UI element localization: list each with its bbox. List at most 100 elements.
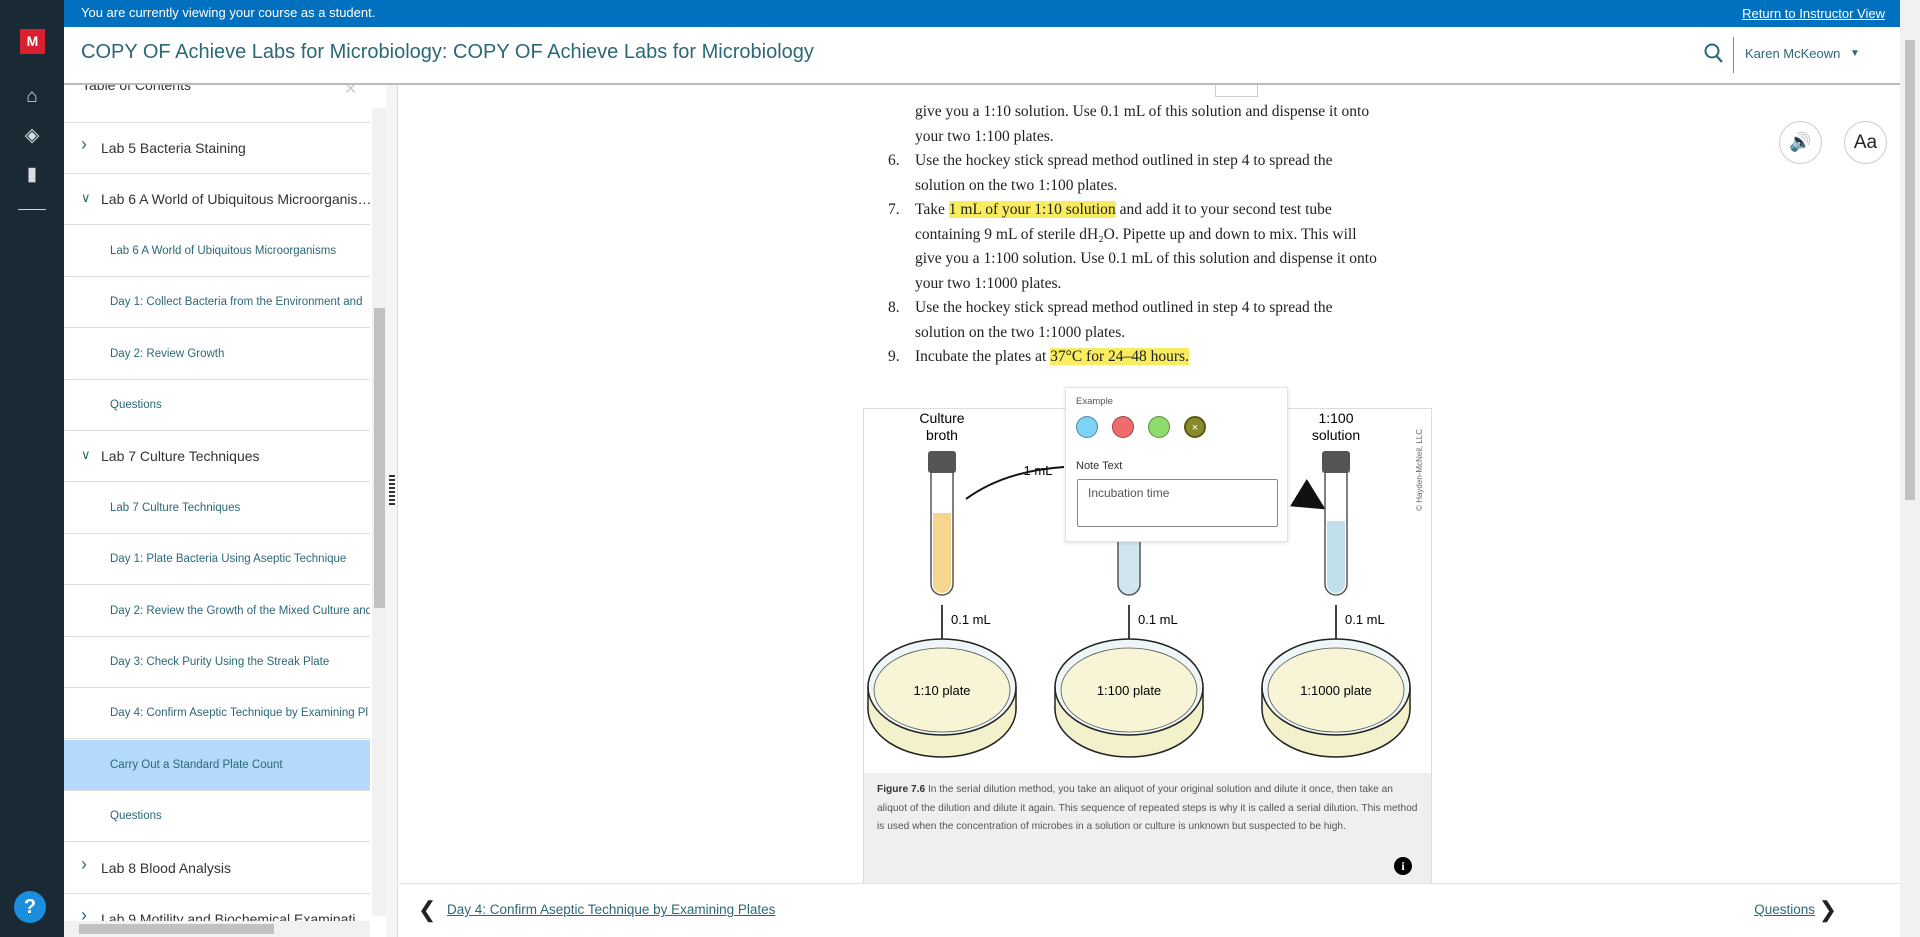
test-tube-culture xyxy=(928,451,956,596)
toc-item[interactable]: › Lab 5 Bacteria Staining xyxy=(64,123,370,174)
caret-down-icon[interactable]: ▼ xyxy=(1850,48,1860,59)
figure-number: Figure 7.6 xyxy=(877,784,926,795)
petri-plate: 1:10 plate xyxy=(867,638,1017,758)
page-scrollbar[interactable] xyxy=(1900,0,1920,937)
text-line: give you a 1:100 solution. Use 0.1 mL of… xyxy=(888,247,1418,272)
text-segment: Incubate the plates at xyxy=(915,348,1051,365)
chevron-down-icon[interactable]: ∨ xyxy=(81,190,91,206)
note-text-input[interactable]: Incubation time xyxy=(1077,479,1278,527)
toc-item-label: Questions xyxy=(110,810,162,823)
close-icon[interactable]: ✕ xyxy=(344,85,357,99)
reading-content: give you a 1:10 solution. Use 0.1 mL of … xyxy=(399,85,1900,883)
note-text-label: Note Text xyxy=(1076,460,1123,472)
chevron-down-icon[interactable]: ∨ xyxy=(81,447,91,463)
copyright-label: © Hayden-McNeil, LLC xyxy=(1415,429,1424,511)
toc-item[interactable]: Carry Out a Standard Plate Count xyxy=(64,739,370,791)
return-to-instructor-link[interactable]: Return to Instructor View xyxy=(1742,6,1885,21)
user-menu[interactable]: Karen McKeown xyxy=(1745,46,1840,61)
highlight[interactable]: 1 mL of your 1:10 solution xyxy=(948,201,1116,218)
courses-icon[interactable]: ◈ xyxy=(20,124,44,148)
toc-item-label: Lab 6 A World of Ubiquitous Microorganis… xyxy=(110,244,337,257)
toc-item[interactable]: ∨ Lab 6 A World of Ubiquitous Microorgani… xyxy=(64,174,370,226)
toc-item[interactable]: Day 3: Check Purity Using the Streak Pla… xyxy=(64,637,370,688)
text-line: 9. Incubate the plates at 37°C for 24–48 … xyxy=(888,345,1418,370)
plate-label: 1:10 plate xyxy=(913,683,970,698)
toc-item[interactable]: › Lab 9 Motility and Biochemical Examinat… xyxy=(64,894,370,923)
toc-item[interactable]: Day 1: Plate Bacteria Using Aseptic Tech… xyxy=(64,534,370,586)
toc-item[interactable]: Lab 6 A World of Ubiquitous Microorganis… xyxy=(64,226,370,277)
note-popup: Example × Note Text Incubation time xyxy=(1065,387,1288,542)
toc-item[interactable]: Day 4: Confirm Aseptic Technique by Exam… xyxy=(64,688,370,740)
text-segment: solution on the two 1:1000 plates. xyxy=(915,323,1126,341)
toc-item-label: Day 3: Check Purity Using the Streak Pla… xyxy=(110,656,330,668)
chevron-right-icon[interactable]: › xyxy=(81,134,87,155)
text-segment: give you a 1:10 solution. Use 0.1 mL of … xyxy=(915,103,1370,120)
toc-item[interactable]: Lab 7 Culture Techniques xyxy=(64,483,370,534)
label-culture: Culture xyxy=(919,410,964,426)
search-icon[interactable] xyxy=(1704,43,1724,71)
ebook-icon[interactable]: ▮ xyxy=(20,163,44,187)
chevron-right-icon[interactable]: › xyxy=(81,854,87,875)
clear-color-button[interactable]: × xyxy=(1184,416,1206,438)
toc-header: Table of Contents ✕ xyxy=(64,85,370,123)
macmillan-logo[interactable]: M xyxy=(20,29,45,54)
toc-item-label: Lab 6 A World of Ubiquitous Microorganis… xyxy=(101,191,370,208)
color-swatch[interactable] xyxy=(1112,416,1134,438)
text-line: solution on the two 1:100 plates. xyxy=(888,174,1418,199)
toc-item[interactable]: Day 2: Review the Growth of the Mixed Cu… xyxy=(64,586,370,637)
header-divider xyxy=(1733,37,1734,73)
toc-item[interactable]: Questions xyxy=(64,791,370,843)
toc-item[interactable]: Day 1: Collect Bacteria from the Environ… xyxy=(64,277,370,329)
test-tube-solution xyxy=(1322,451,1350,596)
toc-scrollbar[interactable] xyxy=(372,108,386,916)
color-swatch[interactable] xyxy=(1148,416,1170,438)
text-segment: give you a 1:100 solution. Use 0.1 mL of… xyxy=(915,250,1377,267)
student-view-banner: You are currently viewing your course as… xyxy=(64,0,1900,27)
toc-item-label: Lab 7 Culture Techniques xyxy=(110,501,241,514)
highlight[interactable]: 37°C for 24–48 hours. xyxy=(1050,348,1189,365)
label-solution: solution xyxy=(1312,427,1360,443)
text-segment: containing 9 mL of sterile dH₂O. Pipette… xyxy=(915,225,1357,243)
course-title: COPY OF Achieve Labs for Microbiology: C… xyxy=(81,41,814,63)
banner-message: You are currently viewing your course as… xyxy=(81,5,376,20)
label-broth: broth xyxy=(926,427,958,443)
step-number: 9. xyxy=(888,348,900,365)
toc-item[interactable]: › Lab 8 Blood Analysis xyxy=(64,843,370,894)
text-segment: Take xyxy=(915,201,949,218)
petri-plate: 1:100 plate xyxy=(1054,638,1204,758)
transfer-arrow-2 xyxy=(1289,478,1326,510)
toc-item-label: Day 2: Review Growth xyxy=(110,347,225,360)
aliquot-label: 0.1 mL xyxy=(1138,612,1178,627)
color-swatch[interactable] xyxy=(1076,416,1098,438)
toc-item[interactable]: Questions xyxy=(64,380,370,431)
text-line: containing 9 mL of sterile dH₂O. Pipette… xyxy=(888,223,1418,248)
chevron-right-icon[interactable]: ❯ xyxy=(1819,897,1837,923)
step-number: 6. xyxy=(888,152,900,169)
page-navigation: ❮ Day 4: Confirm Aseptic Technique by Ex… xyxy=(399,883,1900,937)
next-page-link[interactable]: Questions xyxy=(1754,902,1815,917)
home-icon[interactable]: ⌂ xyxy=(20,86,44,110)
toc-item[interactable]: ∨ Lab 7 Culture Techniques xyxy=(64,431,370,483)
aliquot-label: 0.1 mL xyxy=(951,612,991,627)
info-icon[interactable]: i xyxy=(1394,857,1412,875)
panel-resize-handle[interactable] xyxy=(386,85,398,937)
toc-item-label: Day 4: Confirm Aseptic Technique by Exam… xyxy=(110,707,369,720)
step-number: 7. xyxy=(888,201,900,218)
step-number: 8. xyxy=(888,299,900,316)
figure-caption: Figure 7.6 In the serial dilution method… xyxy=(864,773,1431,883)
toc-item[interactable]: Day 2: Review Growth xyxy=(64,329,370,380)
rail-divider xyxy=(18,209,46,210)
text-line: 6. Use the hockey stick spread method out… xyxy=(888,149,1418,174)
previous-page-link[interactable]: Day 4: Confirm Aseptic Technique by Exam… xyxy=(447,902,775,917)
toc-horizontal-scrollbar[interactable] xyxy=(64,921,370,937)
chevron-left-icon[interactable]: ❮ xyxy=(418,897,436,923)
app-header: COPY OF Achieve Labs for Microbiology: C… xyxy=(64,27,1900,85)
text-line: give you a 1:10 solution. Use 0.1 mL of … xyxy=(888,100,1418,125)
text-line: 8. Use the hockey stick spread method out… xyxy=(888,296,1418,321)
font-size-button[interactable]: Aa xyxy=(1844,121,1887,164)
text-line: solution on the two 1:1000 plates. xyxy=(888,321,1418,346)
help-button[interactable]: ? xyxy=(14,891,46,923)
read-aloud-button[interactable]: 🔊 xyxy=(1779,121,1822,164)
toc-item-label: Carry Out a Standard Plate Count xyxy=(110,758,283,771)
toc-item-label: Lab 5 Bacteria Staining xyxy=(101,140,246,156)
